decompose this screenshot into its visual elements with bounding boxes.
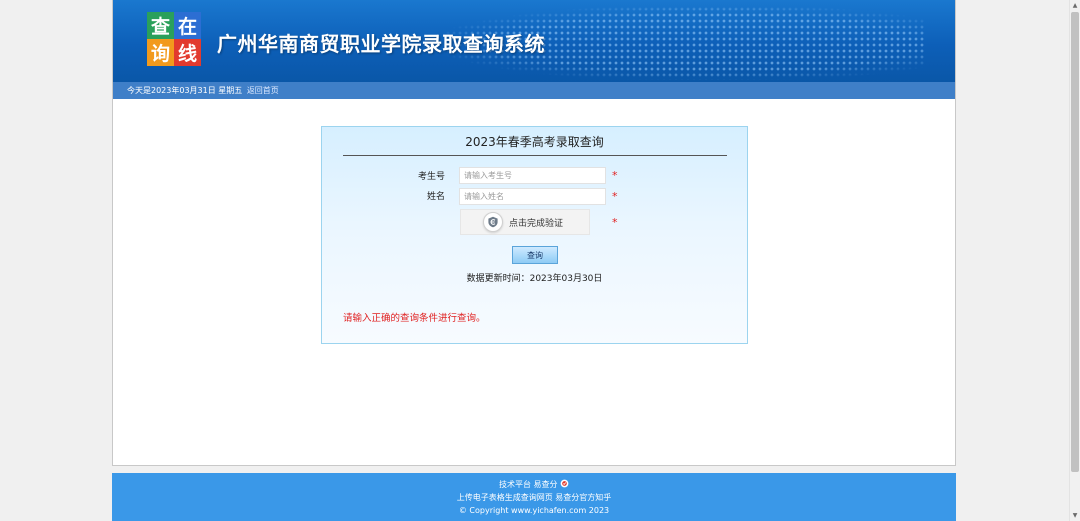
current-date: 今天是2023年03月31日 星期五 [127, 86, 243, 95]
platform-link[interactable]: 技术平台 易查分 [499, 480, 558, 489]
yichafen-logo-icon [560, 479, 569, 488]
scroll-thumb[interactable] [1071, 12, 1079, 472]
date-bar: 今天是2023年03月31日 星期五 返回首页 [113, 82, 955, 99]
shield-icon [483, 212, 503, 232]
site-title: 广州华南商贸职业学院录取查询系统 [217, 32, 545, 56]
title-divider [343, 155, 727, 156]
header-banner: 查 在 询 线 广州华南商贸职业学院录取查询系统 [113, 0, 955, 82]
required-mark: * [612, 216, 618, 229]
required-mark: * [612, 190, 618, 203]
scroll-up-arrow-icon[interactable]: ▲ [1070, 0, 1080, 11]
captcha-label: 点击完成验证 [509, 218, 564, 229]
logo-char: 在 [174, 12, 201, 39]
exam-number-input[interactable] [459, 167, 606, 184]
panel-title: 2023年春季高考录取查询 [465, 135, 604, 149]
footer-links: 上传电子表格生成查询网页 易查分官方知乎 [112, 491, 956, 504]
footer-platform: 技术平台 易查分 [112, 478, 956, 491]
footer-upload-link[interactable]: 上传电子表格生成查询网页 易查分官方知乎 [457, 493, 612, 502]
warning-message: 请输入正确的查询条件进行查询。 [343, 313, 486, 324]
query-panel: 2023年春季高考录取查询 考生号 * 姓名 * 点击完成验证 * 查询 数据更… [321, 126, 748, 344]
footer: 技术平台 易查分 上传电子表格生成查询网页 易查分官方知乎 © Copyrigh… [112, 473, 956, 521]
name-input[interactable] [459, 188, 606, 205]
logo-char: 线 [174, 39, 201, 66]
logo-char: 询 [147, 39, 174, 66]
data-update-time: 数据更新时间：2023年03月30日 [466, 274, 603, 284]
captcha-button[interactable]: 点击完成验证 [460, 209, 590, 235]
query-button[interactable]: 查询 [512, 246, 558, 264]
home-link[interactable]: 返回首页 [247, 86, 279, 95]
footer-copyright: © Copyright www.yichafen.com 2023 [458, 506, 610, 515]
vertical-scrollbar[interactable]: ▲ ▼ [1069, 0, 1080, 521]
site-logo: 查 在 询 线 [147, 12, 201, 66]
name-label: 姓名 [426, 192, 445, 202]
logo-char: 查 [147, 12, 174, 39]
exam-number-label: 考生号 [417, 172, 445, 182]
required-mark: * [612, 169, 618, 182]
scroll-down-arrow-icon[interactable]: ▼ [1070, 510, 1080, 521]
